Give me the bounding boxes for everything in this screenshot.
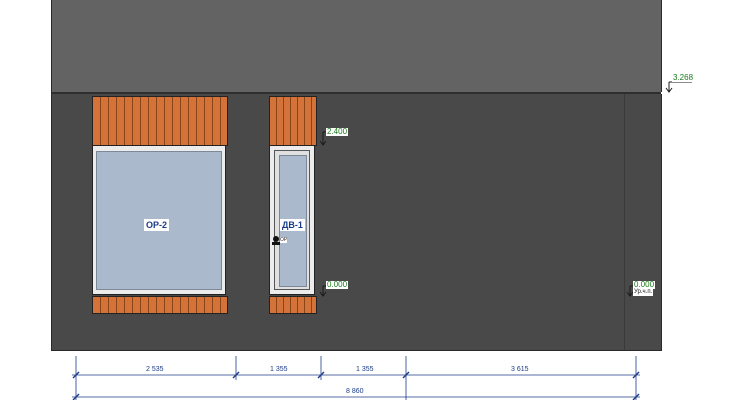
dimension-segment-2: 1 355 xyxy=(270,366,288,373)
dimension-segment-1: 2 535 xyxy=(146,366,164,373)
dimension-segment-3: 1 355 xyxy=(356,366,374,373)
elevation-drawing: ОР-2 ДВ-1 ОР 3.268 2.400 0.000 0.000 Ур.… xyxy=(0,0,740,400)
dimension-segment-4: 3 615 xyxy=(511,366,529,373)
dimension-lines xyxy=(72,356,640,400)
dimension-total: 8 860 xyxy=(346,388,364,395)
